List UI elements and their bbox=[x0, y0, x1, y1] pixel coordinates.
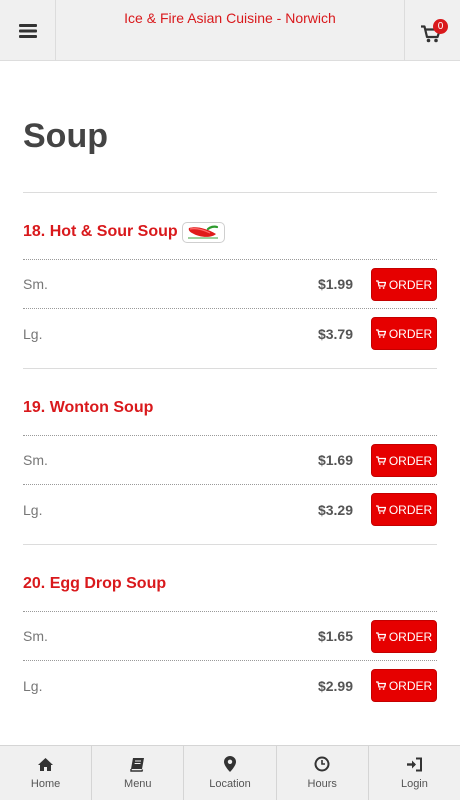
home-icon bbox=[38, 757, 54, 771]
size-label: Sm. bbox=[23, 628, 48, 644]
menu-item: 20. Egg Drop Soup Sm. $1.65 ORDER Lg. $2… bbox=[23, 572, 437, 710]
size-label: Sm. bbox=[23, 276, 48, 292]
menu-item-name: 18. Hot & Sour Soup bbox=[23, 223, 178, 240]
nav-hours[interactable]: Hours bbox=[277, 746, 369, 800]
chili-pepper-icon bbox=[181, 221, 225, 243]
divider bbox=[23, 368, 437, 369]
menu-item-name-row: 20. Egg Drop Soup bbox=[23, 572, 437, 596]
order-button-label: ORDER bbox=[388, 453, 433, 468]
price-row: Sm. $1.69 ORDER bbox=[23, 436, 437, 485]
size-label: Sm. bbox=[23, 452, 48, 468]
bottom-nav: Home Menu Location Hours Login bbox=[0, 745, 460, 800]
menu-item-name-row: 18. Hot & Sour Soup bbox=[23, 220, 437, 244]
top-bar: Ice & Fire Asian Cuisine - Norwich 0 bbox=[0, 0, 460, 61]
price: $1.65 bbox=[317, 628, 353, 644]
nav-menu[interactable]: Menu bbox=[92, 746, 185, 800]
menu-content: Soup 18. Hot & Sour Soup Sm. $1.99 ORDER bbox=[23, 61, 437, 710]
cart-plus-icon bbox=[375, 505, 386, 514]
order-button-label: ORDER bbox=[388, 678, 433, 693]
order-button[interactable]: ORDER bbox=[371, 493, 437, 526]
cart-plus-icon bbox=[375, 329, 386, 338]
price-row: Lg. $3.79 ORDER bbox=[23, 309, 437, 358]
price-row: Sm. $1.99 ORDER bbox=[23, 260, 437, 309]
hamburger-icon bbox=[18, 23, 37, 38]
size-label: Lg. bbox=[23, 325, 43, 342]
cart-plus-icon bbox=[375, 456, 386, 465]
price: $2.99 bbox=[317, 677, 353, 694]
menu-item: 19. Wonton Soup Sm. $1.69 ORDER Lg. $3.2… bbox=[23, 396, 437, 545]
order-button-label: ORDER bbox=[388, 277, 433, 292]
cart-plus-icon bbox=[375, 280, 386, 289]
price: $1.99 bbox=[317, 276, 353, 292]
clock-icon bbox=[314, 756, 330, 772]
menu-item-name-row: 19. Wonton Soup bbox=[23, 396, 437, 420]
size-label: Lg. bbox=[23, 501, 43, 518]
cart-plus-icon bbox=[375, 681, 386, 690]
cart-plus-icon bbox=[375, 632, 386, 641]
cart-button[interactable]: 0 bbox=[404, 0, 460, 61]
price: $1.69 bbox=[317, 452, 353, 468]
page-title: Soup bbox=[23, 117, 108, 155]
order-button-label: ORDER bbox=[388, 502, 433, 517]
nav-label: Home bbox=[30, 777, 61, 790]
price-row: Lg. $3.29 ORDER bbox=[23, 485, 437, 534]
order-button[interactable]: ORDER bbox=[371, 268, 437, 301]
divider bbox=[23, 192, 437, 193]
sign-in-icon bbox=[406, 757, 422, 771]
hamburger-menu-button[interactable] bbox=[0, 0, 56, 61]
nav-login[interactable]: Login bbox=[369, 746, 460, 800]
nav-location[interactable]: Location bbox=[184, 746, 277, 800]
divider bbox=[23, 544, 437, 545]
map-marker-icon bbox=[224, 756, 236, 772]
nav-label: Login bbox=[400, 777, 428, 790]
order-button-label: ORDER bbox=[388, 629, 433, 644]
price-row: Sm. $1.65 ORDER bbox=[23, 612, 437, 661]
cart-count-badge: 0 bbox=[433, 19, 448, 34]
menu-item-name: 19. Wonton Soup bbox=[23, 399, 154, 416]
order-button[interactable]: ORDER bbox=[371, 444, 437, 477]
restaurant-name: Ice & Fire Asian Cuisine - Norwich bbox=[124, 10, 336, 26]
book-icon bbox=[130, 757, 145, 772]
nav-home[interactable]: Home bbox=[0, 746, 93, 800]
nav-label: Menu bbox=[124, 777, 152, 790]
menu-item-name: 20. Egg Drop Soup bbox=[23, 575, 167, 592]
nav-label: Location bbox=[209, 778, 251, 790]
price: $3.29 bbox=[317, 501, 353, 518]
order-button-label: ORDER bbox=[388, 326, 433, 341]
menu-item: 18. Hot & Sour Soup Sm. $1.99 ORDER Lg. … bbox=[23, 220, 437, 369]
price: $3.79 bbox=[317, 325, 353, 342]
price-row: Lg. $2.99 ORDER bbox=[23, 661, 437, 710]
order-button[interactable]: ORDER bbox=[371, 317, 437, 350]
order-button[interactable]: ORDER bbox=[371, 620, 437, 653]
size-label: Lg. bbox=[23, 677, 43, 694]
nav-label: Hours bbox=[307, 778, 337, 790]
order-button[interactable]: ORDER bbox=[371, 669, 437, 702]
